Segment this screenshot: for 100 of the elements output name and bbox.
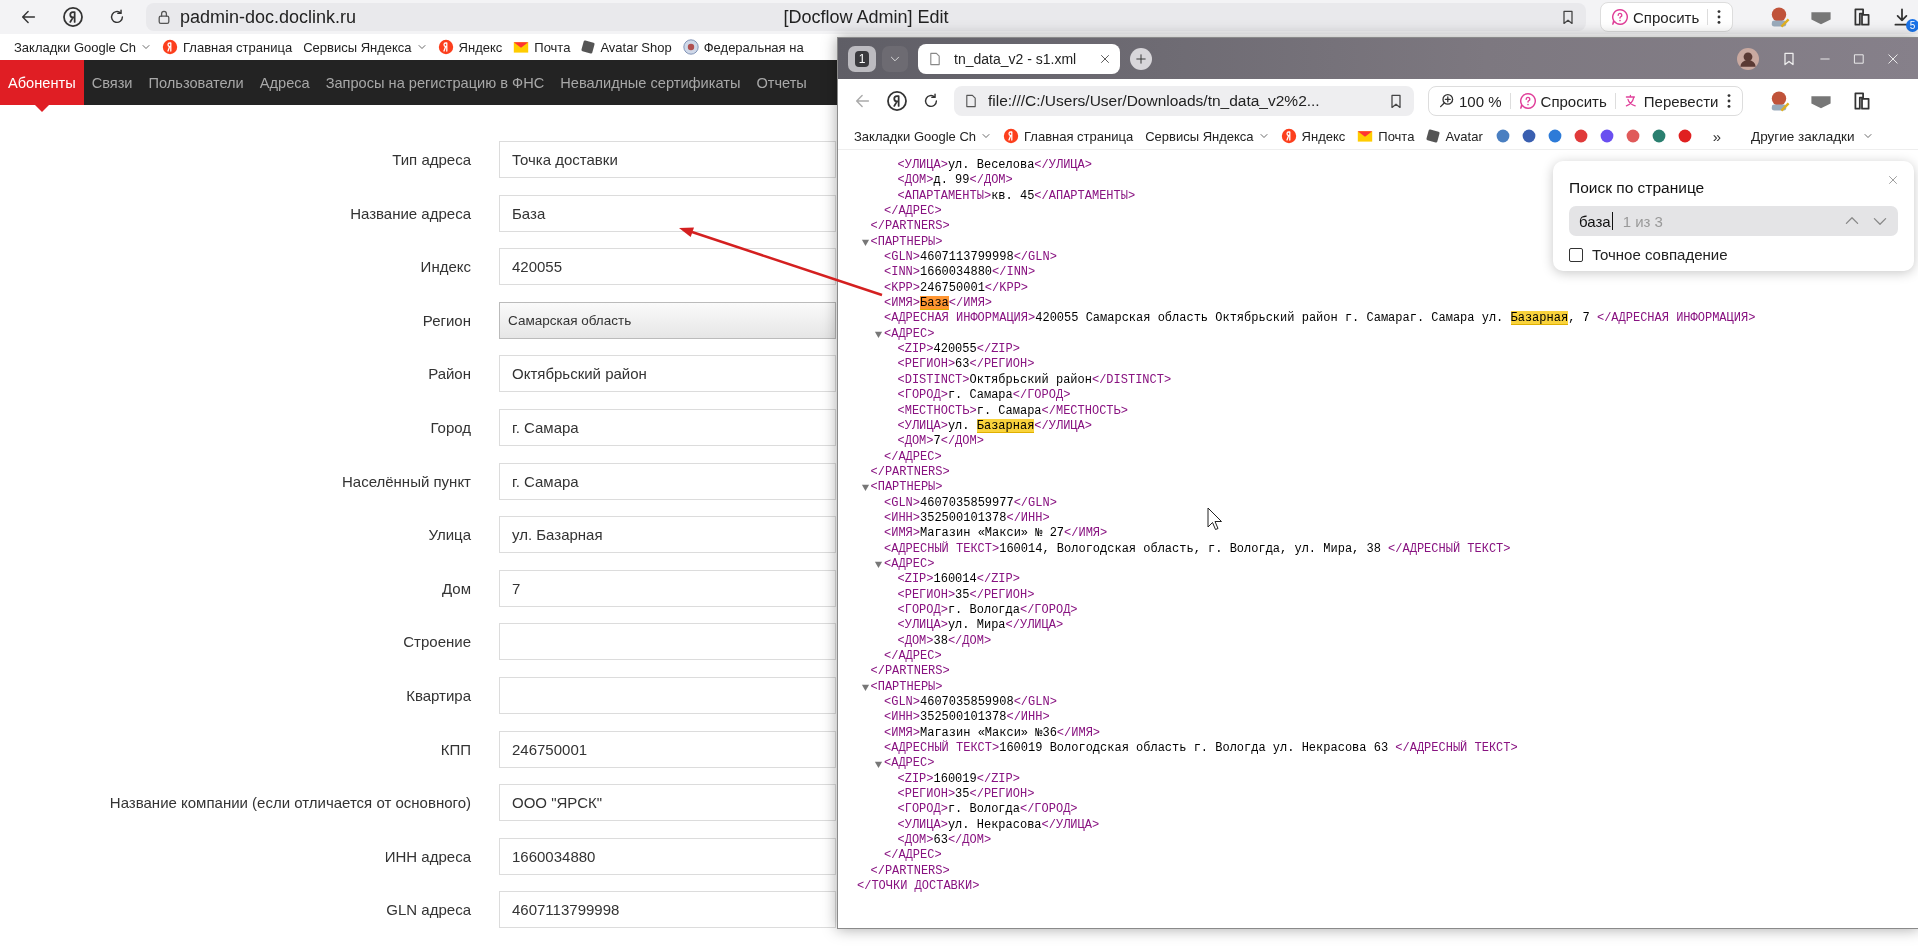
xml-line: <АДРЕС> <box>884 556 935 573</box>
text-field[interactable]: г. Самара <box>499 408 836 446</box>
field-label: Дом <box>441 579 471 597</box>
chat-icon[interactable] <box>1611 8 1629 26</box>
bookmark[interactable]: Главная страница <box>162 39 293 55</box>
yandex-logo-icon[interactable] <box>437 39 454 55</box>
nav-tab[interactable]: Связи <box>83 60 141 105</box>
envelope-icon[interactable] <box>1357 128 1374 144</box>
bookmark[interactable]: Закладки Google Ch <box>14 39 152 55</box>
expand-toggle[interactable] <box>874 759 883 769</box>
xml-line: <УЛИЦА>ул. Веселова</УЛИЦА> <box>897 158 1092 174</box>
match-count: 1 из 3 <box>1622 212 1663 230</box>
bookmark-icon[interactable] <box>1560 9 1576 25</box>
text-field[interactable]: 1660034880 <box>499 837 836 875</box>
nav-tab[interactable]: Пользователи <box>140 60 252 105</box>
file-icon <box>964 93 978 109</box>
envelope-icon[interactable] <box>513 39 530 55</box>
more-icon[interactable] <box>1716 8 1723 26</box>
bookmark-icon[interactable] <box>1388 93 1404 109</box>
text-field[interactable]: 7 <box>499 569 836 607</box>
cube-icon[interactable] <box>1426 129 1441 143</box>
yandex-logo-icon[interactable] <box>1280 128 1297 144</box>
select-field[interactable]: Самарская область <box>499 301 836 339</box>
nav-tab[interactable]: Запросы на регистрацию в ФНС <box>317 60 553 105</box>
expand-toggle[interactable] <box>860 682 870 692</box>
field-label: Тип адреса <box>391 151 471 168</box>
more-icon[interactable] <box>1726 92 1733 110</box>
bookmark[interactable]: Avatar <box>1426 128 1483 144</box>
expand-toggle[interactable] <box>860 237 870 247</box>
field-label: Название адреса <box>349 204 471 222</box>
expand-toggle[interactable] <box>860 483 870 493</box>
bookmark-icon[interactable] <box>1572 128 1589 144</box>
address-bar[interactable]: file:///C:/Users/User/Downloads/tn_data_v2%2... <box>954 86 1414 116</box>
text-field[interactable]: Октябрьский район <box>499 355 836 393</box>
yandex-icon[interactable] <box>886 90 908 112</box>
text-field[interactable] <box>499 623 836 661</box>
yandex-icon[interactable] <box>62 6 84 28</box>
other-bookmarks[interactable]: Другие закладки <box>1751 128 1873 144</box>
cube-icon[interactable] <box>581 40 596 54</box>
bookmark[interactable]: Почта <box>513 39 571 55</box>
bookmark[interactable]: Сервисы Яндекса <box>1145 128 1269 144</box>
nav-tab[interactable]: Невалидные сертификаты <box>552 60 749 105</box>
nav-tab[interactable]: Абоненты <box>0 60 84 105</box>
chat-icon[interactable] <box>1518 92 1537 110</box>
text-field[interactable]: 420055 <box>499 248 836 286</box>
expand-toggle[interactable] <box>874 560 883 570</box>
zoom-button[interactable]: 100 % <box>1439 92 1502 110</box>
bookmark[interactable]: Яндекс <box>437 39 503 55</box>
yandex-logo-icon[interactable] <box>162 39 179 55</box>
yandex-logo-icon[interactable] <box>1003 128 1020 144</box>
bookmark-icon[interactable] <box>1624 128 1641 144</box>
text-field[interactable]: г. Самара <box>499 462 836 500</box>
field-label: КПП <box>439 740 471 758</box>
xml-line: </PARTNERS> <box>870 863 950 880</box>
ask-button[interactable]: Спросить <box>1518 92 1607 110</box>
bookmark-icon[interactable] <box>1650 128 1667 144</box>
reload-icon[interactable] <box>922 92 940 110</box>
collections-icon[interactable] <box>1781 50 1797 67</box>
expand-toggle[interactable] <box>874 329 883 339</box>
bookmark-icon[interactable] <box>1546 128 1563 144</box>
bookmark[interactable]: Почта <box>1357 128 1415 144</box>
bookmark[interactable]: Главная страница <box>1003 128 1134 144</box>
tab-counter[interactable]: 1 <box>848 45 876 72</box>
reload-icon[interactable] <box>108 8 126 26</box>
plus-icon[interactable] <box>1135 52 1147 65</box>
back-arrow-icon[interactable] <box>20 8 38 26</box>
text-field[interactable] <box>499 676 836 714</box>
text-field[interactable]: ул. Базарная <box>499 516 836 554</box>
bookmark-icon[interactable] <box>1494 128 1511 144</box>
emblem-icon[interactable] <box>682 39 699 55</box>
bookmark-icon[interactable] <box>1676 128 1693 144</box>
text-field[interactable]: Точка доставки <box>499 141 836 178</box>
bookmark[interactable]: Сервисы Яндекса <box>303 39 427 55</box>
nav-tab[interactable]: Отчеты <box>748 60 815 105</box>
avatar-icon[interactable] <box>1737 47 1759 70</box>
field-label: Индекс <box>419 258 471 276</box>
xml-line: <GLN>4607035859908</GLN> <box>884 695 1057 711</box>
field-label: GLN адреса <box>385 901 471 919</box>
xml-line: <KPP>246750001</KPP> <box>884 280 1029 297</box>
text-field[interactable]: 246750001 <box>499 730 836 768</box>
text-field[interactable]: ООО "ЯРСК" <box>499 784 836 822</box>
bookmark[interactable]: Яндекс <box>1280 128 1346 144</box>
bookmark[interactable]: Федеральная на <box>682 39 804 55</box>
bookmark[interactable]: Закладки Google Ch <box>854 128 992 144</box>
exact-match-checkbox[interactable]: Точное совпадение <box>1569 246 1898 263</box>
text-field[interactable]: База <box>499 194 836 232</box>
close-icon[interactable] <box>1100 53 1110 64</box>
search-field[interactable]: база 1 из 3 <box>1569 206 1898 236</box>
translate-button[interactable]: Перевести <box>1623 92 1719 110</box>
text-field[interactable]: 4607113799998 <box>499 891 836 929</box>
more-bookmarks-button[interactable]: » <box>1712 127 1722 145</box>
maximize-icon[interactable] <box>1853 52 1865 65</box>
browser-tab[interactable]: tn_data_v2 - s1.xml <box>918 43 1120 74</box>
lock-icon <box>156 9 172 25</box>
nav-tab[interactable]: Адреса <box>251 60 318 105</box>
bookmark-icon[interactable] <box>1598 128 1615 144</box>
address-bar[interactable]: padmin-doc.doclink.ru [Docflow Admin] Edit <box>146 3 1586 31</box>
bookmark-icon[interactable] <box>1520 128 1537 144</box>
xml-line: <ZIP>160014</ZIP> <box>897 572 1020 588</box>
bookmark[interactable]: Avatar Shop <box>581 39 672 55</box>
